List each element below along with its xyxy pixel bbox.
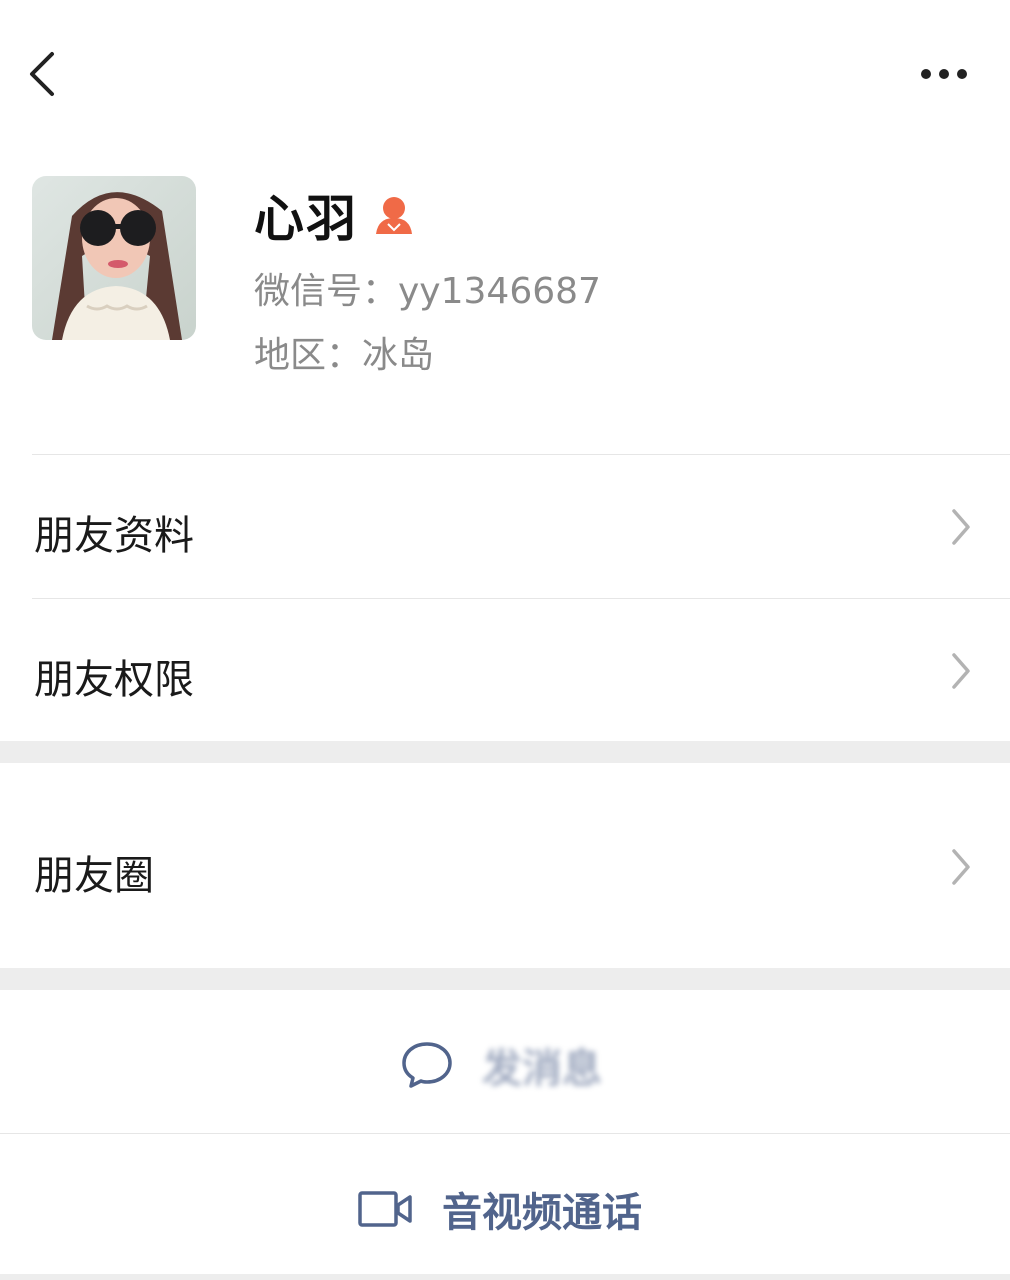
section-separator — [0, 968, 1010, 990]
bottom-edge — [0, 1274, 1010, 1280]
avatar[interactable] — [32, 176, 196, 340]
menu-item-label: 朋友资料 — [34, 513, 194, 559]
menu-item-friend-info[interactable]: 朋友资料 — [0, 455, 1010, 598]
back-button[interactable] — [22, 48, 66, 100]
video-camera-icon — [358, 1191, 412, 1227]
profile-header: 心羽 微信号：yy1346687 地区：冰岛 — [0, 150, 1010, 454]
video-call-button[interactable]: 音视频通话 — [0, 1134, 1010, 1274]
female-user-icon — [376, 197, 412, 234]
chat-bubble-icon — [402, 1042, 452, 1088]
chevron-left-icon — [30, 52, 54, 96]
more-dots-icon — [921, 69, 967, 79]
menu-item-friend-permissions[interactable]: 朋友权限 — [0, 599, 1010, 741]
video-call-label: 音视频通话 — [442, 1190, 642, 1236]
menu-item-label: 朋友权限 — [34, 657, 194, 703]
menu-item-moments[interactable]: 朋友圈 — [0, 763, 1010, 968]
chevron-right-icon — [952, 849, 970, 885]
name-row: 心羽 — [254, 180, 414, 250]
wechat-id: 微信号：yy1346687 — [254, 271, 601, 312]
top-bar — [0, 0, 1010, 150]
avatar-image — [32, 176, 196, 340]
region: 地区：冰岛 — [254, 335, 435, 376]
send-message-label: 发消息 — [482, 1046, 602, 1092]
section-separator — [0, 741, 1010, 763]
more-button[interactable] — [912, 58, 976, 90]
menu-item-label: 朋友圈 — [34, 853, 154, 899]
chevron-right-icon — [952, 653, 970, 689]
chevron-right-icon — [952, 509, 970, 545]
send-message-button[interactable]: 发消息 — [0, 990, 1010, 1133]
contact-name: 心羽 — [254, 190, 358, 248]
